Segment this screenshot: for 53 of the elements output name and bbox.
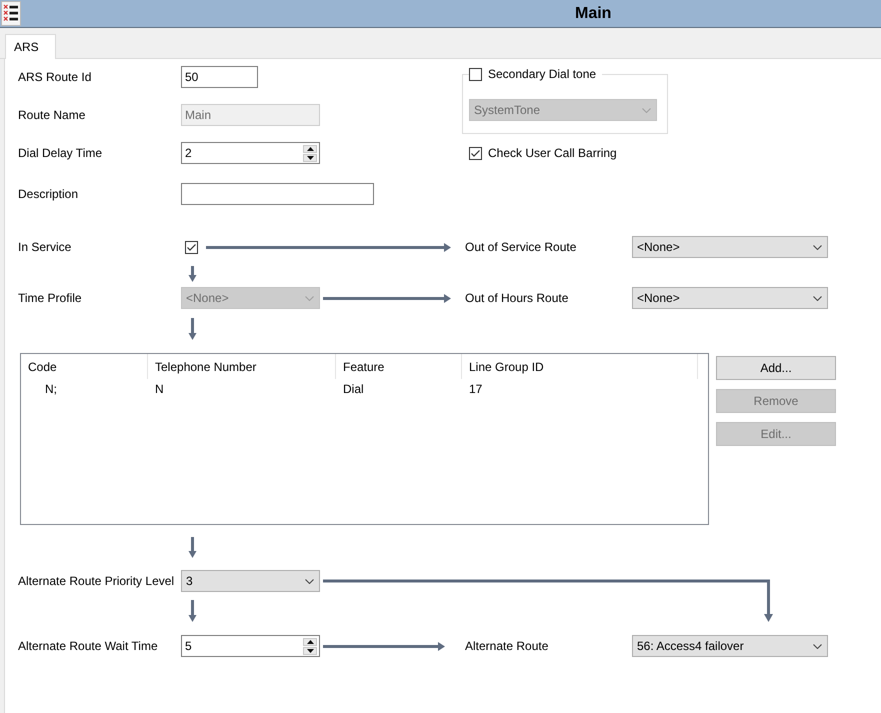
checkbox[interactable] [469, 68, 482, 80]
field-label: In Service [18, 240, 72, 254]
chevron-icon [305, 578, 314, 584]
field-label: Route Name [18, 108, 86, 122]
chevron-icon [813, 296, 822, 300]
field-label: Out of Hours Route [465, 291, 570, 305]
column-header[interactable]: Feature [336, 354, 462, 379]
field-label: Dial Delay Time [18, 146, 104, 160]
field-label: Description [18, 187, 80, 201]
up-triangle-icon [306, 146, 314, 150]
down-triangle-icon [306, 156, 314, 160]
add-button[interactable]: Add... [716, 356, 836, 380]
text-field[interactable]: 50 [181, 66, 258, 88]
column-header[interactable]: Line Group ID [462, 354, 698, 379]
field-label: Alternate Route [465, 639, 550, 653]
table-cell-text: 17 [468, 381, 484, 398]
text-field[interactable] [181, 183, 374, 205]
dropdown[interactable]: <None> [632, 236, 828, 258]
window-title: Main [575, 4, 612, 22]
connector-arrow [188, 600, 197, 622]
number-field[interactable]: 2 [181, 142, 320, 164]
column-header[interactable]: Telephone Number [148, 354, 336, 379]
dropdown[interactable]: 56: Access4 failover [632, 635, 828, 657]
field-label: Out of Service Route [465, 240, 578, 254]
field-label: Alternate Route Wait Time [18, 639, 159, 653]
checkbox-label: Secondary Dial tone [488, 67, 596, 81]
connector-arrow [188, 537, 197, 558]
column-header[interactable]: Code [21, 354, 148, 379]
checkbox[interactable] [469, 146, 482, 160]
table-cell-text: N; [44, 381, 58, 398]
chevron-icon [813, 244, 822, 250]
chevron-icon [642, 108, 651, 112]
spin-down-button[interactable] [303, 154, 317, 162]
chevron-icon [813, 644, 822, 648]
connector-arrow [188, 318, 197, 340]
table-cell-text: Dial [342, 381, 365, 398]
spin-up-button[interactable] [303, 144, 317, 152]
number-field[interactable]: 5 [181, 635, 320, 657]
checkbox-label: Check User Call Barring [488, 146, 617, 160]
field-label: Alternate Route Priority Level [18, 574, 176, 588]
up-triangle-icon [306, 640, 314, 644]
down-triangle-icon [306, 648, 314, 652]
tab[interactable]: ARS [5, 34, 56, 59]
dropdown[interactable]: 3 [181, 570, 320, 592]
connector-arrow [188, 266, 197, 282]
table-cell-text: N [154, 381, 165, 398]
chevron-icon [305, 296, 314, 300]
field-label: Time Profile [18, 291, 83, 305]
spin-up-button[interactable] [303, 638, 317, 646]
checklist-icon[interactable] [1, 1, 21, 26]
checkbox[interactable] [185, 240, 198, 254]
field-label: ARS Route Id [18, 70, 92, 84]
spin-down-button[interactable] [303, 646, 317, 654]
